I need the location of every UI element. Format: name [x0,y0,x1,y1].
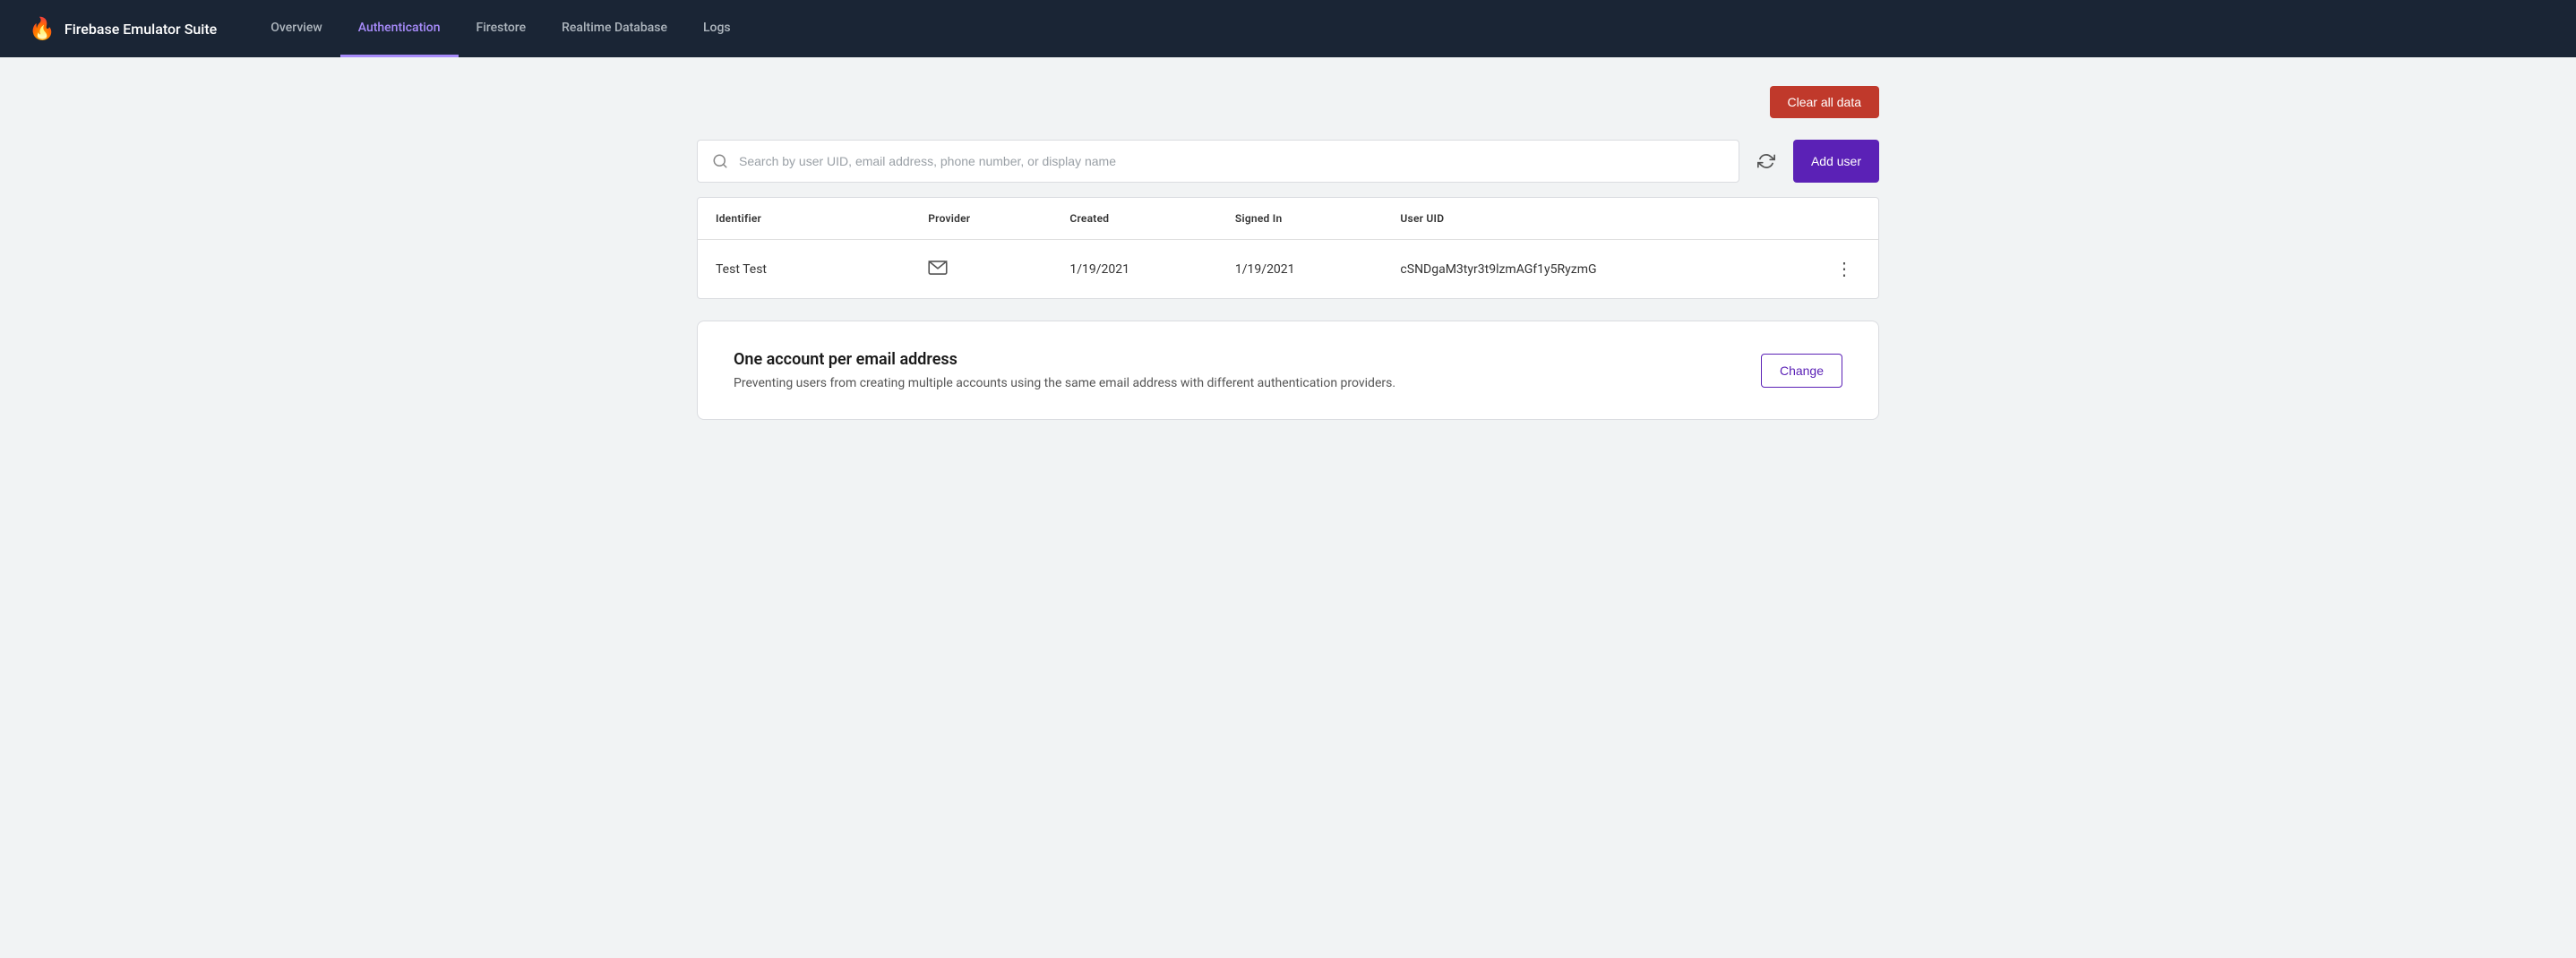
table-header: Identifier Provider Created Signed In Us… [698,198,1878,240]
change-policy-button[interactable]: Change [1761,354,1842,388]
cell-created: 1/19/2021 [1052,240,1217,299]
refresh-button[interactable] [1750,145,1782,177]
col-header-user-uid: User UID [1382,198,1795,240]
search-row: Add user [697,140,1879,183]
col-header-signed-in: Signed In [1217,198,1383,240]
logo-area: 🔥 Firebase Emulator Suite [29,16,217,41]
col-header-created: Created [1052,198,1217,240]
nav-item-authentication[interactable]: Authentication [340,0,459,57]
table-body: Test Test 1/19/2021 1/19/2021 cSNDgaM3ty… [698,240,1878,299]
search-icon [712,153,728,169]
search-container [697,140,1739,183]
nav-item-firestore[interactable]: Firestore [459,0,545,57]
firebase-logo-icon: 🔥 [29,16,56,41]
policy-card-text: One account per email address Preventing… [734,350,1395,390]
users-table: Identifier Provider Created Signed In Us… [698,198,1878,298]
col-header-actions [1796,198,1878,240]
refresh-icon [1757,152,1775,170]
users-table-container: Identifier Provider Created Signed In Us… [697,197,1879,299]
email-provider-icon [928,264,948,278]
policy-card-description: Preventing users from creating multiple … [734,376,1395,390]
top-action-row: Clear all data [697,86,1879,118]
cell-signed-in: 1/19/2021 [1217,240,1383,299]
cell-provider [910,240,1052,299]
cell-identifier: Test Test [698,240,910,299]
policy-card-title: One account per email address [734,350,1395,369]
col-header-provider: Provider [910,198,1052,240]
app-title: Firebase Emulator Suite [64,21,217,38]
more-options-icon: ⋮ [1835,260,1853,279]
header: 🔥 Firebase Emulator Suite Overview Authe… [0,0,2576,57]
search-input[interactable] [739,154,1724,168]
row-more-options-button[interactable]: ⋮ [1828,254,1860,284]
main-nav: Overview Authentication Firestore Realti… [253,0,748,57]
add-user-button[interactable]: Add user [1793,140,1879,183]
nav-item-overview[interactable]: Overview [253,0,339,57]
col-header-identifier: Identifier [698,198,910,240]
cell-user-uid: cSNDgaM3tyr3t9lzmAGf1y5RyzmG [1382,240,1795,299]
cell-actions: ⋮ [1796,240,1878,299]
main-content: Clear all data Add user [661,57,1915,449]
table-row: Test Test 1/19/2021 1/19/2021 cSNDgaM3ty… [698,240,1878,299]
nav-item-logs[interactable]: Logs [685,0,749,57]
policy-card: One account per email address Preventing… [697,321,1879,420]
nav-item-realtime-database[interactable]: Realtime Database [544,0,685,57]
clear-all-button[interactable]: Clear all data [1770,86,1880,118]
